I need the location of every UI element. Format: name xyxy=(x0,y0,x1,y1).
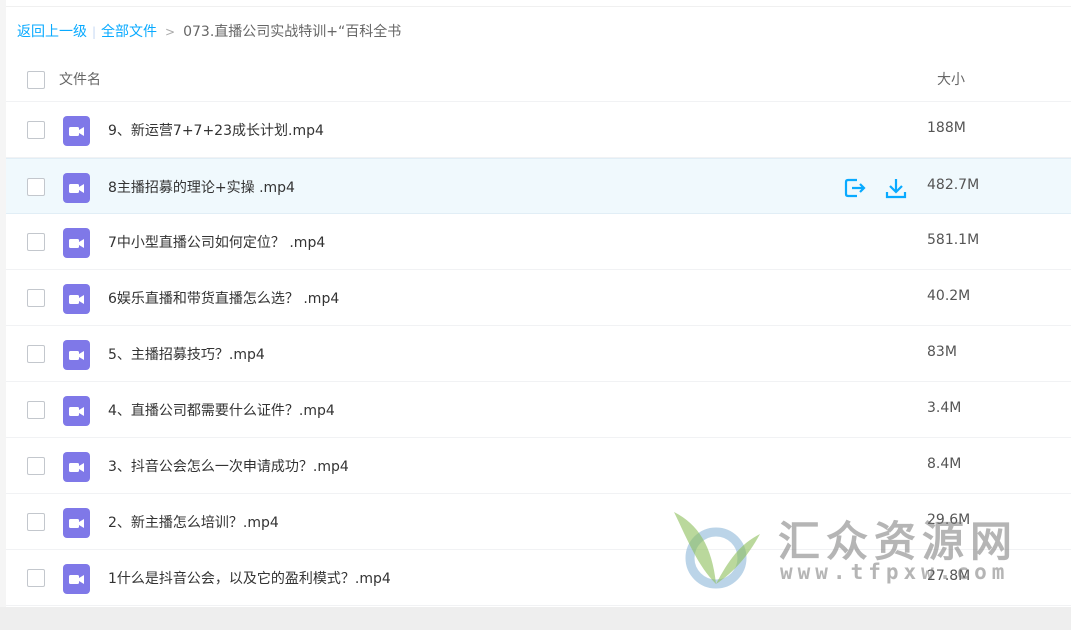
file-row[interactable]: 5、主播招募技巧？.mp4 83M xyxy=(6,326,1071,382)
file-name[interactable]: 5、主播招募技巧？.mp4 xyxy=(108,344,265,364)
file-name[interactable]: 4、直播公司都需要什么证件？.mp4 xyxy=(108,400,335,420)
file-row[interactable]: 4、直播公司都需要什么证件？.mp4 3.4M xyxy=(6,382,1071,438)
file-name[interactable]: 1什么是抖音公会，以及它的盈利模式？.mp4 xyxy=(108,568,391,588)
file-row[interactable]: 3、抖音公会怎么一次申请成功？.mp4 8.4M xyxy=(6,438,1071,494)
current-folder-name: 073.直播公司实战特训+“百科全书 xyxy=(183,24,402,40)
video-file-icon xyxy=(63,340,90,370)
file-name[interactable]: 8主播招募的理论+实操 .mp4 xyxy=(108,177,295,197)
file-name[interactable]: 6娱乐直播和带货直播怎么选？ .mp4 xyxy=(108,288,339,308)
file-list-panel: 返回上一级 | 全部文件 >073.直播公司实战特训+“百科全书 文件名 大小 9、新… xyxy=(6,0,1071,607)
video-file-icon xyxy=(63,564,90,594)
file-size: 83M xyxy=(927,344,957,360)
file-row[interactable]: 1什么是抖音公会，以及它的盈利模式？.mp4 27.8M xyxy=(6,550,1071,606)
breadcrumb: 返回上一级 | 全部文件 >073.直播公司实战特训+“百科全书 xyxy=(17,22,401,42)
file-size: 27.8M xyxy=(927,568,971,584)
video-file-icon xyxy=(63,396,90,426)
row-checkbox[interactable] xyxy=(27,513,45,531)
video-file-icon xyxy=(63,452,90,482)
row-checkbox[interactable] xyxy=(27,178,45,196)
file-row[interactable]: 7中小型直播公司如何定位？ .mp4 581.1M xyxy=(6,214,1071,270)
row-checkbox[interactable] xyxy=(27,569,45,587)
file-name[interactable]: 9、新运营7+7+23成长计划.mp4 xyxy=(108,120,324,140)
video-file-icon xyxy=(63,116,90,146)
file-row[interactable]: 8主播招募的理论+实操 .mp4 482.7M xyxy=(6,158,1071,214)
file-name[interactable]: 7中小型直播公司如何定位？ .mp4 xyxy=(108,232,325,252)
file-size: 29.6M xyxy=(927,512,971,528)
select-all-checkbox[interactable] xyxy=(27,71,45,89)
row-checkbox[interactable] xyxy=(27,121,45,139)
breadcrumb-separator: | xyxy=(92,25,97,39)
row-checkbox[interactable] xyxy=(27,233,45,251)
column-header-name[interactable]: 文件名 xyxy=(59,69,101,89)
file-row[interactable]: 9、新运营7+7+23成长计划.mp4 188M xyxy=(6,102,1071,158)
share-export-icon[interactable] xyxy=(843,176,867,200)
breadcrumb-arrow: > xyxy=(165,25,176,39)
file-size: 188M xyxy=(927,120,966,136)
file-size: 581.1M xyxy=(927,232,980,248)
row-checkbox[interactable] xyxy=(27,289,45,307)
file-size: 482.7M xyxy=(927,177,980,193)
row-checkbox[interactable] xyxy=(27,457,45,475)
divider xyxy=(6,6,1071,7)
video-file-icon xyxy=(63,228,90,258)
all-files-link[interactable]: 全部文件 xyxy=(101,24,157,40)
file-name[interactable]: 2、新主播怎么培训？.mp4 xyxy=(108,512,279,532)
bottom-bar xyxy=(0,607,1071,630)
file-row[interactable]: 2、新主播怎么培训？.mp4 29.6M xyxy=(6,494,1071,550)
list-header: 文件名 大小 xyxy=(6,56,1071,102)
file-size: 3.4M xyxy=(927,400,962,416)
file-name[interactable]: 3、抖音公会怎么一次申请成功？.mp4 xyxy=(108,456,349,476)
column-header-size[interactable]: 大小 xyxy=(937,69,965,89)
back-link[interactable]: 返回上一级 xyxy=(17,24,87,40)
file-size: 8.4M xyxy=(927,456,962,472)
file-row[interactable]: 6娱乐直播和带货直播怎么选？ .mp4 40.2M xyxy=(6,270,1071,326)
video-file-icon xyxy=(63,284,90,314)
download-icon[interactable] xyxy=(884,176,908,200)
row-checkbox[interactable] xyxy=(27,345,45,363)
video-file-icon xyxy=(63,508,90,538)
video-file-icon xyxy=(63,173,90,203)
row-checkbox[interactable] xyxy=(27,401,45,419)
file-size: 40.2M xyxy=(927,288,971,304)
